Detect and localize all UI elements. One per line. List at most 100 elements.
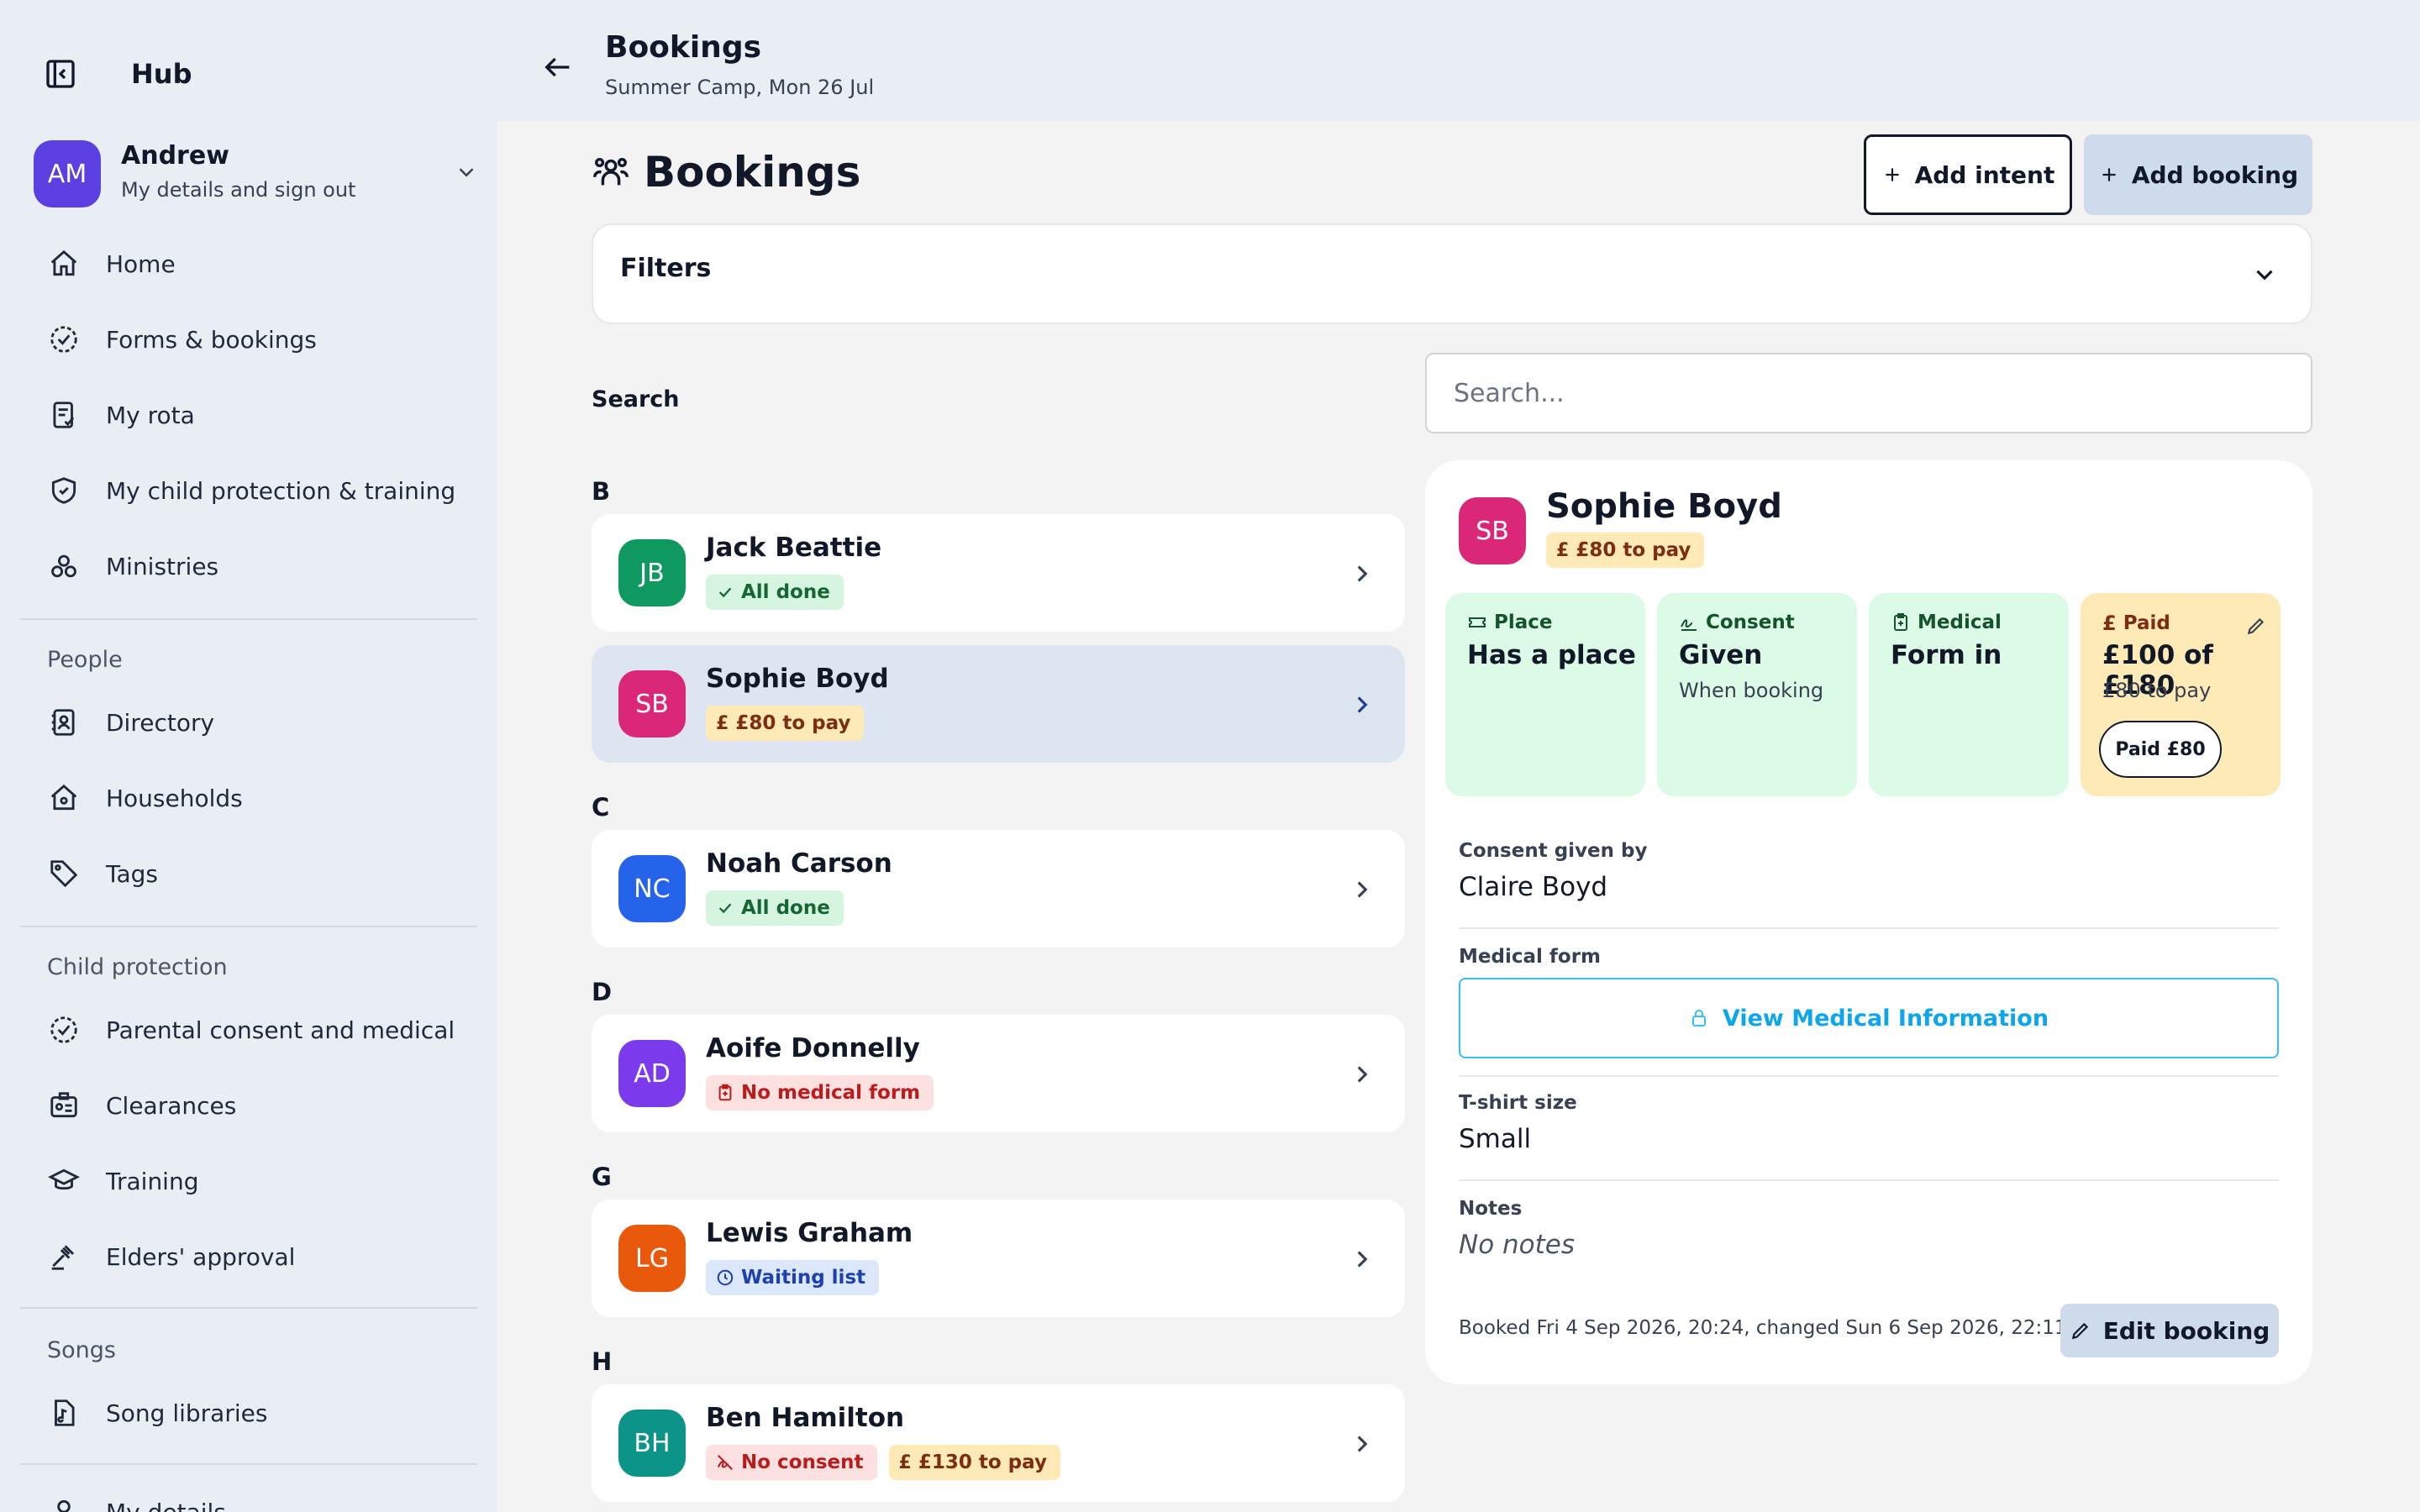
sidebar-item-label: Parental consent and medical [106,1016,455,1044]
top-bar: Bookings Summer Camp, Mon 26 Jul [497,12,2420,121]
sidebar-item-label: Song libraries [106,1399,268,1427]
status-badge: Waiting list [706,1260,880,1295]
sidebar-divider [20,618,477,620]
sidebar-item-parental-consent[interactable]: Parental consent and medical [47,1005,455,1055]
sidebar-item-elders-approval[interactable]: Elders' approval [47,1231,295,1282]
sidebar-item-my-rota[interactable]: My rota [47,390,195,440]
sidebar-item-clearances[interactable]: Clearances [47,1080,236,1131]
add-booking-button[interactable]: Add booking [2084,134,2312,215]
avatar: SB [618,670,686,738]
paid-label: Paid [2123,612,2170,634]
avatar: JB [618,539,686,606]
sidebar-item-label: Clearances [106,1091,237,1120]
user-subtitle: My details and sign out [121,178,356,202]
person-row-jack-beattie[interactable]: JB Jack Beattie All done [592,514,1405,632]
clipboard-icon [716,1084,734,1102]
house-icon [47,781,81,815]
avatar: SB [1459,497,1526,564]
plus-icon [2102,168,2116,181]
group-letter: C [592,793,610,822]
graduation-cap-icon [47,1164,81,1198]
header-title: Bookings [605,30,762,65]
filters-panel[interactable]: Filters [592,223,2312,324]
pencil-icon [2071,1322,2088,1340]
group-icon [47,549,81,583]
sidebar-item-label: My details [106,1498,226,1512]
status-badge: All done [706,575,844,610]
sidebar-item-child-protection-training[interactable]: My child protection & training [47,465,455,516]
sidebar-item-tags[interactable]: Tags [47,848,158,899]
sidebar-item-my-details[interactable]: My details [47,1487,226,1512]
group-letter: H [592,1347,613,1376]
collapse-sidebar-button[interactable] [44,55,77,92]
paid-amount-button[interactable]: Paid £80 [2099,721,2222,778]
field-divider [1459,1179,2279,1181]
clock-icon [716,1268,734,1287]
consent-value: Given [1679,640,1763,670]
status-badge: No consent [706,1445,877,1480]
signature-off-icon [716,1453,734,1472]
person-name: Ben Hamilton [706,1403,905,1433]
sidebar-section-people: People [47,647,123,673]
status-badge: All done [706,890,844,926]
sidebar-item-households[interactable]: Households [47,773,243,823]
sidebar-item-forms-bookings[interactable]: Forms & bookings [47,314,317,365]
sidebar-item-label: Ministries [106,552,219,580]
status-badge: £ £80 to pay [706,706,865,741]
sidebar-divider [20,926,477,927]
chevron-right-icon [1357,1436,1368,1452]
view-medical-information-button[interactable]: View Medical Information [1459,978,2279,1058]
consent-given-by-label: Consent given by [1459,840,1648,862]
add-intent-label: Add intent [1914,160,2055,189]
status-badge: £ £80 to pay [1546,533,1705,568]
person-row-aoife-donnelly[interactable]: AD Aoife Donnelly No medical form [592,1015,1405,1132]
pencil-icon[interactable] [2245,615,2267,637]
page-title: Bookings [644,148,861,197]
user-name: Andrew [121,141,229,171]
notes-value: No notes [1459,1230,1576,1260]
sidebar-item-label: Directory [106,708,215,737]
pound-icon: £ [1556,539,1570,561]
person-row-lewis-graham[interactable]: LG Lewis Graham Waiting list [592,1200,1405,1317]
person-row-ben-hamilton[interactable]: BH Ben Hamilton No consent £ £130 to pay [592,1384,1405,1502]
group-letter: D [592,978,613,1006]
page-heading: Bookings [592,143,860,202]
medical-form-label: Medical form [1459,946,1601,968]
pound-icon: £ [898,1452,912,1473]
group-letter: B [592,477,611,506]
group-letter: G [592,1163,612,1191]
search-input[interactable] [1425,353,2312,433]
shield-icon [47,474,81,507]
gavel-icon [47,1240,81,1273]
tshirt-size-label: T-shirt size [1459,1092,1577,1114]
music-file-icon [47,1396,81,1430]
place-card: Place Has a place [1445,593,1645,796]
person-icon [47,1495,81,1512]
avatar: AD [618,1040,686,1107]
avatar: BH [618,1410,686,1477]
back-button[interactable] [541,50,575,87]
consent-given-by-value: Claire Boyd [1459,872,1608,902]
sidebar-divider [20,1463,477,1465]
sidebar-item-label: Households [106,784,243,812]
chevron-right-icon [1357,696,1368,713]
user-menu[interactable]: AM Andrew My details and sign out [34,134,474,210]
add-intent-button[interactable]: Add intent [1864,134,2072,215]
sidebar-item-song-libraries[interactable]: Song libraries [47,1388,267,1438]
check-circle-icon [47,1013,81,1047]
sidebar-item-label: Elders' approval [106,1242,296,1271]
sidebar-item-home[interactable]: Home [47,239,176,289]
sidebar-item-directory[interactable]: Directory [47,697,214,748]
person-name: Jack Beattie [706,533,882,563]
person-row-sophie-boyd[interactable]: SB Sophie Boyd £ £80 to pay [592,645,1405,763]
chevron-down-icon [459,168,474,177]
booking-detail-panel: SB Sophie Boyd £ £80 to pay Place Has a … [1425,460,2312,1384]
field-divider [1459,927,2279,929]
medical-label: Medical [1918,612,2002,633]
person-row-noah-carson[interactable]: NC Noah Carson All done [592,830,1405,948]
edit-booking-button[interactable]: Edit booking [2060,1304,2279,1357]
place-value: Has a place [1467,640,1636,670]
sidebar-item-training[interactable]: Training [47,1156,198,1206]
plus-icon [1886,168,1899,181]
sidebar-item-ministries[interactable]: Ministries [47,541,218,591]
